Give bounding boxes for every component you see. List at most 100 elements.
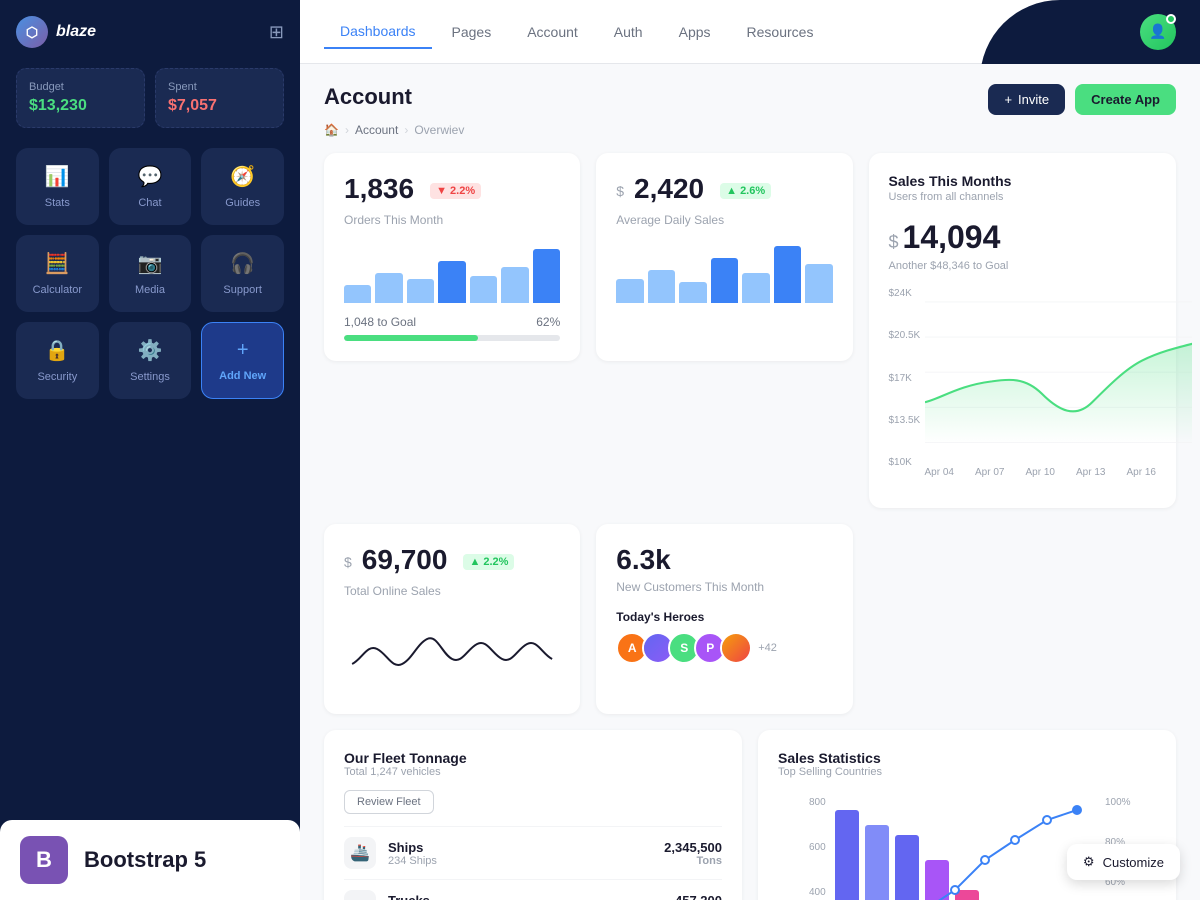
sales-month-sub: Users from all channels: [889, 191, 1157, 203]
nav-item-support[interactable]: 🎧 Support: [201, 235, 284, 312]
fleet-unit: Tons: [664, 855, 722, 867]
sidebar: ⬡ blaze ⊞ Budget $13,230 Spent $7,057 📊 …: [0, 0, 300, 900]
create-app-button[interactable]: Create App: [1075, 84, 1176, 115]
fleet-name: Ships: [388, 840, 437, 855]
nav-item-stats[interactable]: 📊 Stats: [16, 148, 99, 225]
customize-button[interactable]: ⚙ Customize: [1067, 844, 1180, 880]
tab-apps[interactable]: Apps: [663, 16, 727, 48]
media-icon: 📷: [138, 251, 163, 276]
fleet-row-trucks: 🚛 Trucks 1,460 Trucks 457,200 Tons: [344, 879, 722, 900]
nav-item-guides[interactable]: 🧭 Guides: [201, 148, 284, 225]
nav-item-chat[interactable]: 💬 Chat: [109, 148, 192, 225]
fleet-row-ships: 🚢 Ships 234 Ships 2,345,500 Tons: [344, 826, 722, 879]
page-title: Account: [324, 84, 412, 110]
security-icon: 🔒: [45, 338, 70, 363]
bootstrap-text: Bootstrap 5: [84, 847, 206, 873]
dollar-prefix: $: [616, 183, 624, 199]
sales-stats-sub: Top Selling Countries: [778, 766, 1156, 778]
nav-item-add-new[interactable]: + Add New: [201, 322, 284, 399]
sales-stats-title: Sales Statistics: [778, 750, 1156, 766]
wave-chart: [344, 614, 560, 694]
top-stats-grid: 1,836 ▼ 2.2% Orders This Month 1,048: [324, 153, 1176, 508]
fleet-sub: Total 1,247 vehicles: [344, 766, 722, 778]
fleet-title: Our Fleet Tonnage: [344, 750, 722, 766]
sales-month-title: Sales This Months: [889, 173, 1157, 189]
chat-icon: 💬: [138, 164, 163, 189]
calculator-label: Calculator: [33, 284, 83, 296]
fleet-card: Our Fleet Tonnage Total 1,247 vehicles R…: [324, 730, 742, 900]
budget-cards: Budget $13,230 Spent $7,057: [16, 68, 284, 128]
progress-fill: [344, 335, 478, 341]
header-actions: +Invite Create App: [988, 84, 1176, 115]
heroes-section: Today's Heroes A S P +42: [616, 610, 832, 664]
goal-pct: 62%: [536, 315, 560, 329]
line-chart-svg: [925, 288, 1193, 458]
online-sales-card: $ 69,700 ▲ 2.2% Total Online Sales: [324, 524, 580, 714]
budget-value: $13,230: [29, 97, 132, 115]
logo-text: blaze: [56, 23, 96, 41]
fleet-rows: 🚢 Ships 234 Ships 2,345,500 Tons 🚛 Truck…: [344, 826, 722, 900]
nav-item-security[interactable]: 🔒 Security: [16, 322, 99, 399]
calculator-icon: 🧮: [45, 251, 70, 276]
content-area: Account +Invite Create App 🏠 › Account ›…: [300, 64, 1200, 900]
customize-label: Customize: [1103, 855, 1164, 870]
tab-pages[interactable]: Pages: [436, 16, 508, 48]
customers-label: New Customers This Month: [616, 580, 832, 594]
stats-icon: 📊: [45, 164, 70, 189]
online-sales-label: Total Online Sales: [344, 584, 560, 598]
spent-card: Spent $7,057: [155, 68, 284, 128]
orders-chart: [344, 243, 560, 303]
tab-dashboards[interactable]: Dashboards: [324, 15, 432, 49]
hero-count: +42: [758, 642, 777, 654]
bootstrap-icon: B: [20, 836, 68, 884]
guides-icon: 🧭: [230, 164, 255, 189]
fleet-count: 234 Ships: [388, 855, 437, 867]
new-customers-card: 6.3k New Customers This Month Today's He…: [596, 524, 852, 714]
heroes-label: Today's Heroes: [616, 610, 832, 624]
breadcrumb-current: Overwiev: [414, 123, 464, 137]
fleet-value: 2,345,500: [664, 840, 722, 855]
budget-label: Budget: [29, 81, 132, 93]
tab-account[interactable]: Account: [511, 16, 594, 48]
daily-sales-card: $ 2,420 ▲ 2.6% Average Daily Sales: [596, 153, 852, 361]
media-label: Media: [135, 284, 165, 296]
stats-label: Stats: [45, 197, 70, 209]
page-header: Account +Invite Create App: [324, 84, 1176, 115]
chat-label: Chat: [138, 197, 161, 209]
orders-badge: ▼ 2.2%: [430, 183, 481, 199]
fleet-value: 457,200: [675, 893, 722, 900]
sales-month-card: Sales This Months Users from all channel…: [869, 153, 1177, 508]
nav-grid: 📊 Stats 💬 Chat 🧭 Guides 🧮 Calculator 📷 M…: [16, 148, 284, 399]
tab-resources[interactable]: Resources: [731, 16, 830, 48]
nav-item-media[interactable]: 📷 Media: [109, 235, 192, 312]
online-sales-badge: ▲ 2.2%: [463, 554, 514, 570]
breadcrumb-account[interactable]: Account: [355, 123, 398, 137]
fleet-icon-trucks: 🚛: [344, 890, 376, 900]
menu-icon[interactable]: ⊞: [269, 22, 284, 43]
user-avatar[interactable]: 👤: [1140, 14, 1176, 50]
daily-sales-label: Average Daily Sales: [616, 213, 832, 227]
svg-text:600: 600: [809, 842, 826, 853]
add-new-icon: +: [237, 339, 249, 362]
spent-value: $7,057: [168, 97, 271, 115]
fleet-name: Trucks: [388, 893, 451, 900]
breadcrumb: 🏠 › Account › Overwiev: [324, 123, 1176, 137]
nav-item-calculator[interactable]: 🧮 Calculator: [16, 235, 99, 312]
second-stats-grid: $ 69,700 ▲ 2.2% Total Online Sales 6.3k …: [324, 524, 1176, 714]
home-icon[interactable]: 🏠: [324, 123, 339, 137]
dollar2: $: [344, 554, 352, 570]
online-dot: [1166, 14, 1176, 24]
tab-auth[interactable]: Auth: [598, 16, 659, 48]
settings-icon: ⚙️: [138, 338, 163, 363]
invite-button[interactable]: +Invite: [988, 84, 1065, 115]
review-fleet-button[interactable]: Review Fleet: [344, 790, 434, 814]
sales-line-chart: $24K $20.5K $17K $13.5K $10K: [889, 288, 1157, 488]
goal-text: 1,048 to Goal: [344, 315, 416, 329]
logo-area: ⬡ blaze: [16, 16, 96, 48]
guides-label: Guides: [225, 197, 260, 209]
nav-item-settings[interactable]: ⚙️ Settings: [109, 322, 192, 399]
sales-sub-text: Another $48,346 to Goal: [889, 260, 1157, 272]
daily-sales-badge: ▲ 2.6%: [720, 183, 771, 199]
main-content: DashboardsPagesAccountAuthAppsResources …: [300, 0, 1200, 900]
bottom-grid: Our Fleet Tonnage Total 1,247 vehicles R…: [324, 730, 1176, 900]
